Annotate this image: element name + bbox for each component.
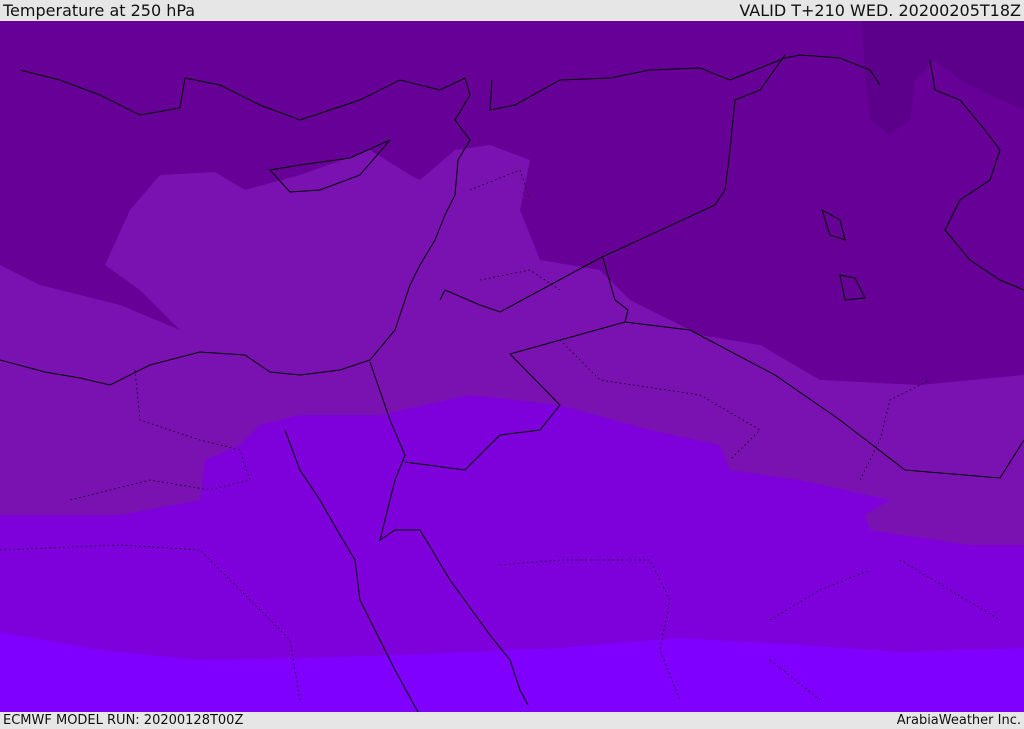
- valid-time: VALID T+210 WED. 20200205T18Z: [739, 1, 1021, 20]
- header-bar: Temperature at 250 hPa VALID T+210 WED. …: [0, 0, 1024, 21]
- credit: ArabiaWeather Inc.: [896, 713, 1021, 728]
- map-title: Temperature at 250 hPa: [3, 1, 196, 20]
- footer-bar: ECMWF MODEL RUN: 20200128T00Z ArabiaWeat…: [0, 712, 1024, 729]
- temperature-map: [0, 21, 1024, 712]
- model-run: ECMWF MODEL RUN: 20200128T00Z: [3, 713, 244, 728]
